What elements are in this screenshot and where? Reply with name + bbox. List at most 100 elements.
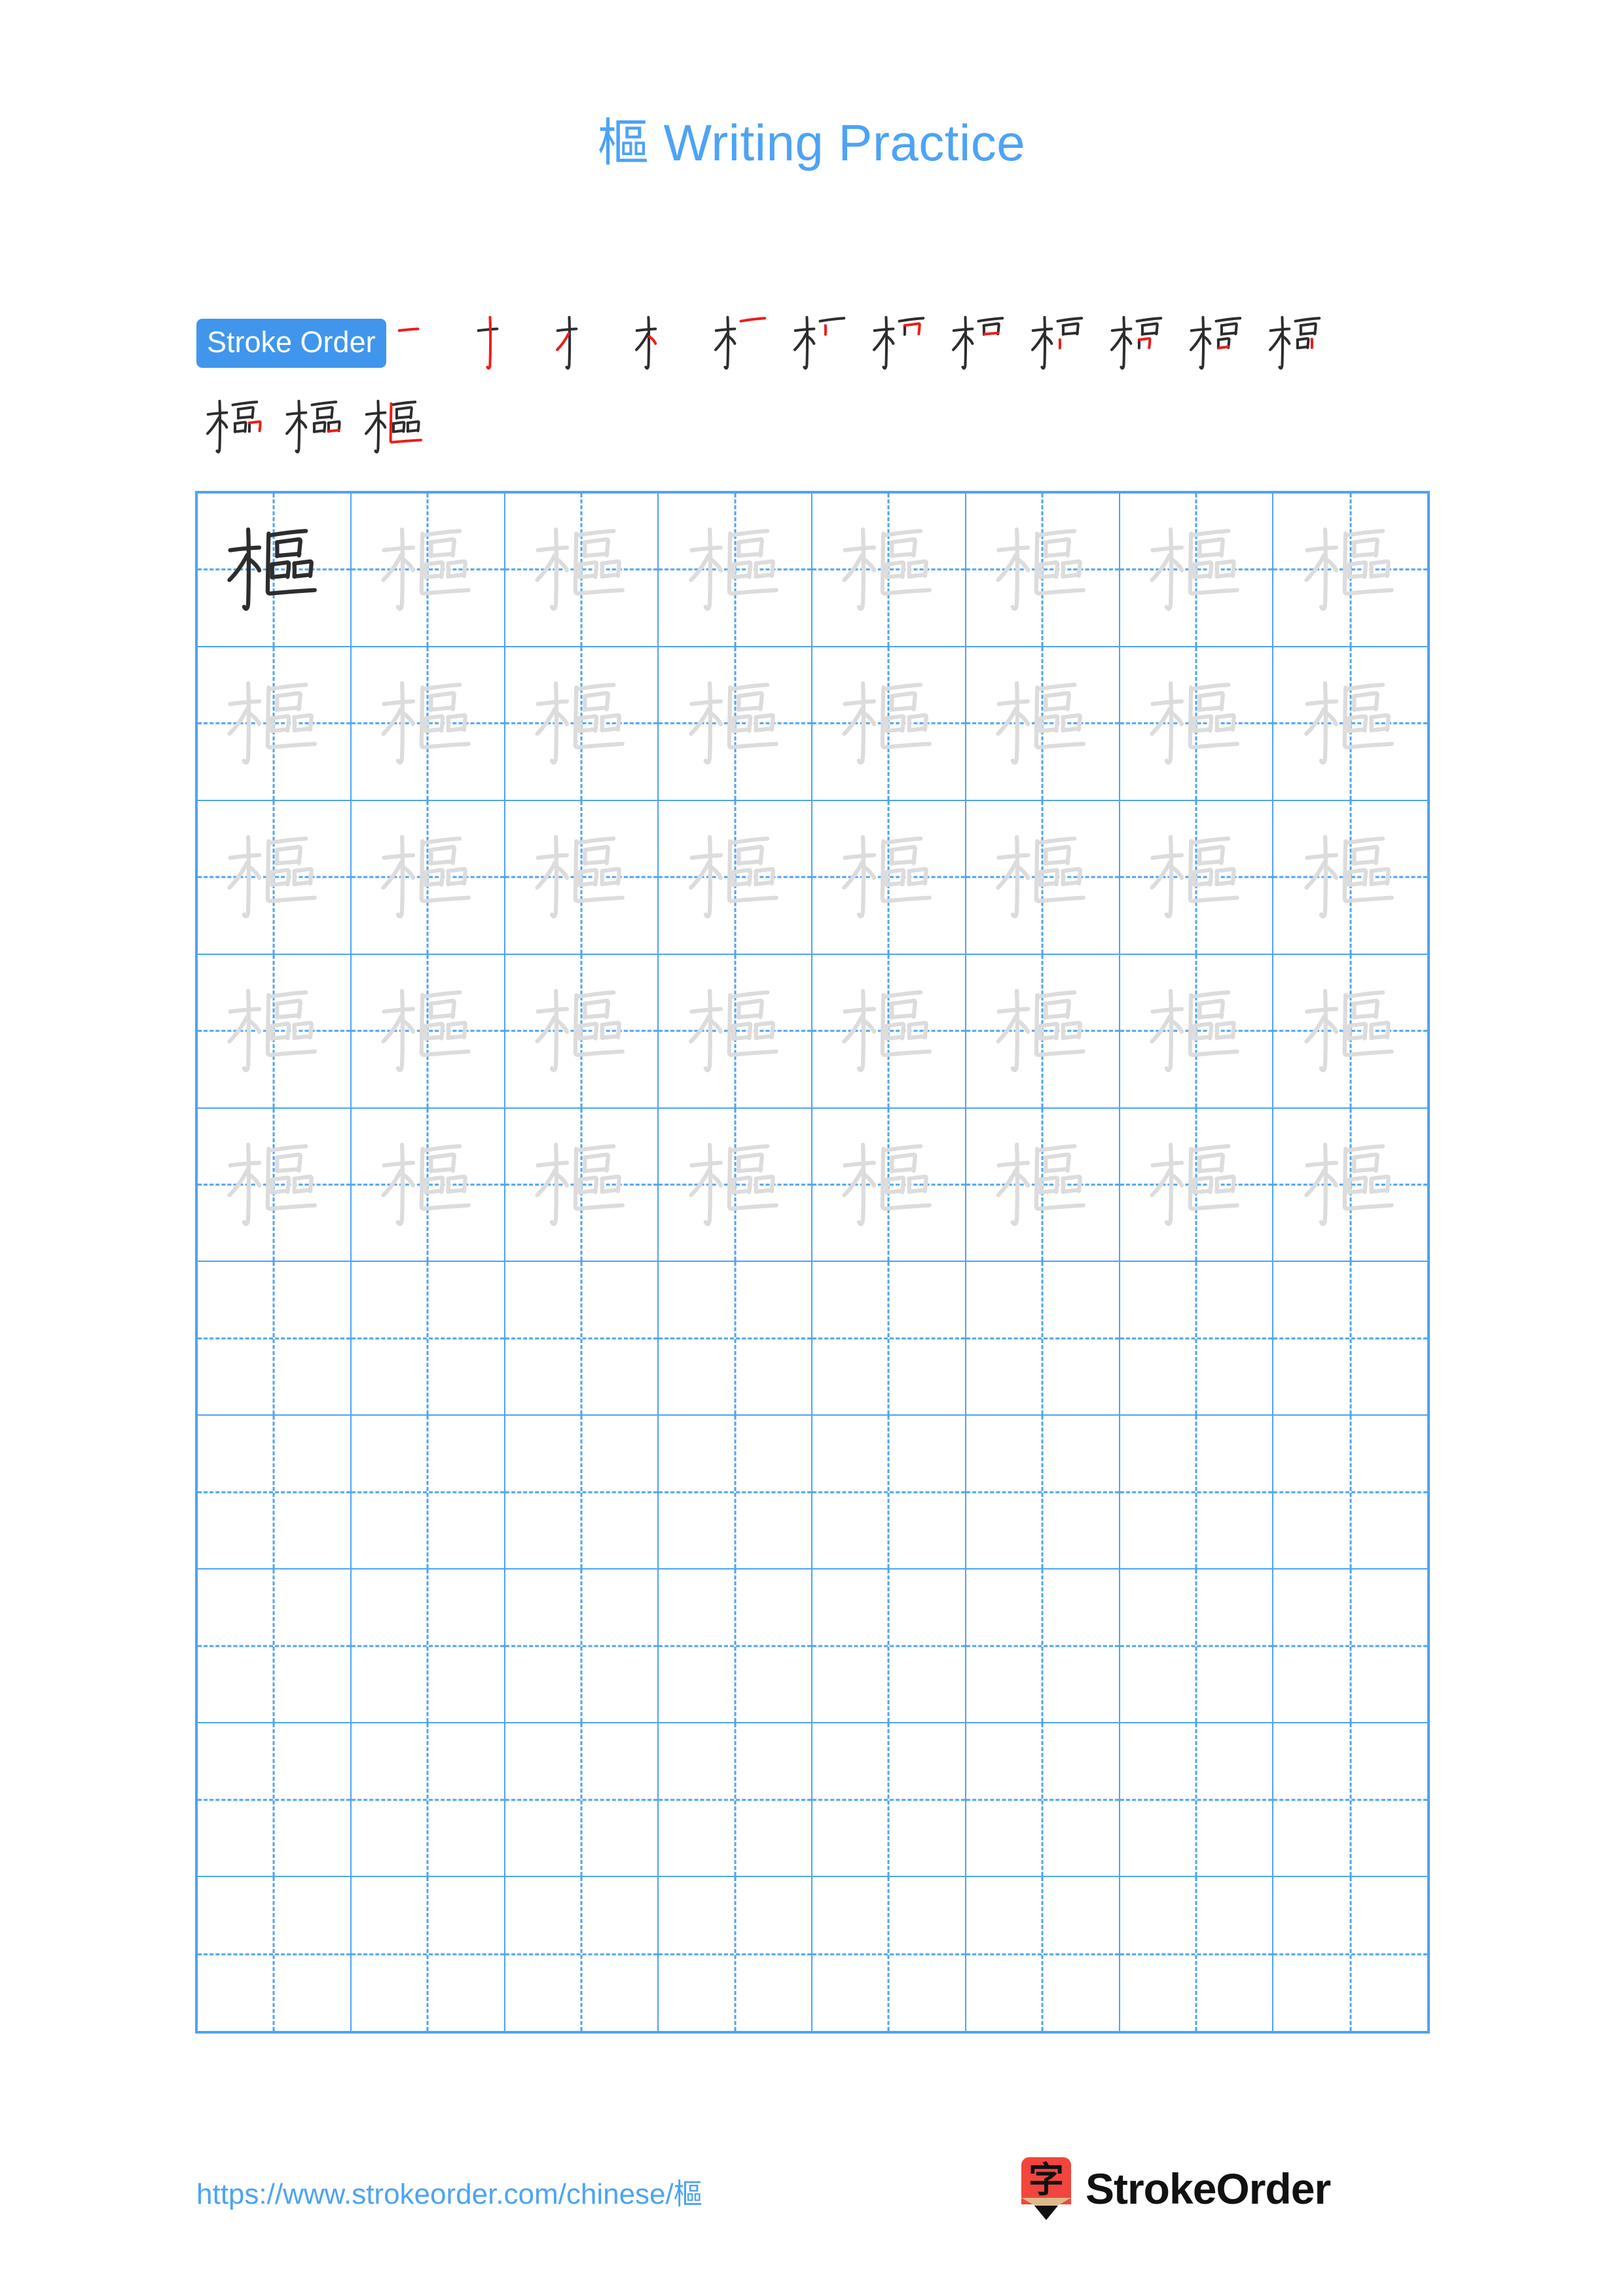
grid-cell-r6c7[interactable] xyxy=(1120,1262,1274,1416)
grid-cell-r3c4[interactable] xyxy=(659,800,812,955)
grid-cell-r7c1[interactable] xyxy=(198,1416,352,1570)
grid-cell-r10c6[interactable] xyxy=(966,1877,1120,2031)
grid-cell-r1c5[interactable] xyxy=(812,493,966,647)
grid-cell-r4c1[interactable] xyxy=(198,954,352,1109)
grid-cell-r2c4[interactable] xyxy=(659,647,812,801)
grid-cell-r2c7[interactable] xyxy=(1120,647,1274,801)
stroke-step-8 xyxy=(942,302,1021,384)
trace-character xyxy=(659,647,811,800)
grid-cell-r2c3[interactable] xyxy=(505,647,659,801)
grid-cell-r2c6[interactable] xyxy=(966,647,1120,801)
stroke-step-9 xyxy=(1021,302,1101,384)
grid-cell-r5c8[interactable] xyxy=(1273,1109,1427,1263)
grid-cell-r6c1[interactable] xyxy=(198,1262,352,1416)
trace-character xyxy=(198,1109,350,1261)
grid-cell-r1c7[interactable] xyxy=(1120,493,1274,647)
grid-cell-r2c5[interactable] xyxy=(812,647,966,801)
grid-cell-r9c4[interactable] xyxy=(659,1723,812,1878)
grid-cell-r4c7[interactable] xyxy=(1120,954,1274,1109)
footer-url[interactable]: https://www.strokeorder.com/chinese/樞 xyxy=(196,2170,702,2212)
grid-cell-r8c4[interactable] xyxy=(659,1570,812,1724)
trace-character xyxy=(812,955,965,1107)
grid-cell-r8c1[interactable] xyxy=(198,1570,352,1724)
grid-cell-r7c2[interactable] xyxy=(351,1416,505,1570)
grid-cell-r7c5[interactable] xyxy=(812,1416,966,1570)
grid-cell-r6c6[interactable] xyxy=(966,1262,1120,1416)
grid-cell-r3c5[interactable] xyxy=(812,800,966,955)
pencil-logo-icon: 字 xyxy=(1021,2157,1071,2220)
grid-cell-r3c3[interactable] xyxy=(505,800,659,955)
grid-cell-r10c5[interactable] xyxy=(812,1877,966,2031)
grid-cell-r8c3[interactable] xyxy=(505,1570,659,1724)
grid-cell-r1c6[interactable] xyxy=(966,493,1120,647)
grid-cell-r7c3[interactable] xyxy=(505,1416,659,1570)
grid-cell-r6c3[interactable] xyxy=(505,1262,659,1416)
grid-cell-r1c4[interactable] xyxy=(659,493,812,647)
grid-cell-r10c1[interactable] xyxy=(198,1877,352,2031)
trace-character xyxy=(198,647,350,800)
grid-cell-r7c6[interactable] xyxy=(966,1416,1120,1570)
grid-cell-r8c8[interactable] xyxy=(1273,1570,1427,1724)
grid-cell-r1c8[interactable] xyxy=(1273,493,1427,647)
grid-cell-r9c2[interactable] xyxy=(351,1723,505,1878)
grid-cell-r3c8[interactable] xyxy=(1273,801,1427,955)
grid-cell-r9c3[interactable] xyxy=(505,1723,659,1878)
grid-cell-r6c2[interactable] xyxy=(351,1262,505,1416)
grid-cell-r7c7[interactable] xyxy=(1120,1416,1274,1570)
page-title-hanzi: 樞 xyxy=(597,114,649,173)
grid-cell-r7c8[interactable] xyxy=(1273,1416,1427,1570)
grid-cell-r1c3[interactable] xyxy=(505,493,659,647)
grid-cell-r4c3[interactable] xyxy=(505,954,659,1109)
grid-cell-r10c3[interactable] xyxy=(505,1877,659,2031)
footer-url-hanzi: 樞 xyxy=(673,2178,702,2211)
grid-cell-r9c7[interactable] xyxy=(1120,1723,1274,1878)
grid-cell-r3c7[interactable] xyxy=(1120,800,1274,955)
grid-cell-r10c2[interactable] xyxy=(352,1877,505,2031)
grid-cell-r7c4[interactable] xyxy=(659,1416,812,1570)
grid-cell-r6c5[interactable] xyxy=(812,1262,966,1416)
grid-cell-r2c2[interactable] xyxy=(351,647,505,801)
grid-cell-r5c3[interactable] xyxy=(505,1108,659,1263)
grid-cell-r10c4[interactable] xyxy=(659,1877,812,2031)
trace-character xyxy=(352,1109,504,1261)
grid-cell-r6c4[interactable] xyxy=(659,1262,812,1416)
grid-cell-r5c5[interactable] xyxy=(812,1108,966,1263)
page-title: 樞 Writing Practice xyxy=(0,102,1623,175)
pencil-tip-shape xyxy=(1034,2206,1058,2220)
grid-cell-r8c6[interactable] xyxy=(966,1570,1120,1724)
grid-cell-r5c7[interactable] xyxy=(1120,1108,1274,1263)
grid-cell-r5c6[interactable] xyxy=(966,1108,1120,1263)
grid-cell-r6c8[interactable] xyxy=(1273,1262,1427,1416)
stroke-order-row-1 xyxy=(388,315,1338,370)
grid-cell-r3c6[interactable] xyxy=(966,800,1120,955)
grid-cell-r9c6[interactable] xyxy=(966,1723,1120,1878)
grid-cell-r1c2[interactable] xyxy=(351,493,505,647)
grid-cell-r9c8[interactable] xyxy=(1273,1723,1427,1878)
grid-cell-r3c2[interactable] xyxy=(351,800,505,955)
stroke-step-11 xyxy=(1180,302,1259,384)
grid-cell-r10c7[interactable] xyxy=(1120,1877,1274,2031)
grid-cell-r8c7[interactable] xyxy=(1120,1570,1274,1724)
grid-cell-r2c8[interactable] xyxy=(1273,647,1427,801)
grid-cell-r10c8[interactable] xyxy=(1273,1877,1427,2031)
grid-cell-r4c5[interactable] xyxy=(812,954,966,1109)
grid-cell-r4c6[interactable] xyxy=(966,954,1120,1109)
grid-cell-r8c2[interactable] xyxy=(351,1570,505,1724)
grid-cell-r5c1[interactable] xyxy=(198,1108,352,1263)
grid-cell-r4c4[interactable] xyxy=(659,954,812,1109)
trace-character xyxy=(198,955,350,1107)
stroke-step-6 xyxy=(784,302,863,384)
trace-character xyxy=(1120,801,1273,954)
footer-logo[interactable]: 字 StrokeOrder xyxy=(1021,2157,1331,2220)
grid-cell-r5c2[interactable] xyxy=(351,1108,505,1263)
grid-cell-r1c1[interactable] xyxy=(198,493,352,647)
trace-character xyxy=(1120,493,1273,646)
grid-cell-r5c4[interactable] xyxy=(659,1108,812,1263)
grid-cell-r8c5[interactable] xyxy=(812,1570,966,1724)
grid-cell-r4c2[interactable] xyxy=(351,954,505,1109)
grid-cell-r4c8[interactable] xyxy=(1273,955,1427,1109)
grid-cell-r2c1[interactable] xyxy=(198,647,352,801)
grid-cell-r3c1[interactable] xyxy=(198,800,352,955)
grid-cell-r9c5[interactable] xyxy=(812,1723,966,1878)
grid-cell-r9c1[interactable] xyxy=(198,1723,352,1878)
